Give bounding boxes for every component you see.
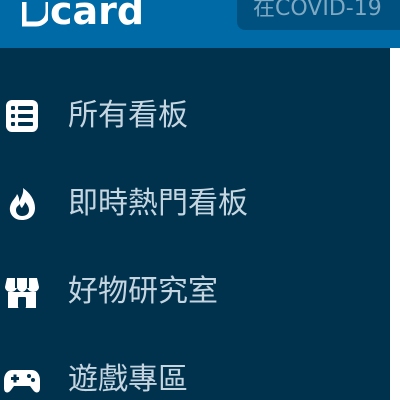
- sidebar-item-label: 所有看板: [68, 98, 188, 133]
- top-navigation-bar: card 在COVID-19: [0, 0, 400, 48]
- flame-icon: [9, 188, 35, 220]
- sidebar-item-all-boards[interactable]: 所有看板: [0, 86, 390, 146]
- store-icon: [5, 278, 39, 308]
- sidebar-item-label: 好物研究室: [68, 274, 218, 309]
- app-root: card 在COVID-19 所有看板 即時熱門看板 好物研究室 遊戲專區: [0, 0, 400, 400]
- dcard-logo[interactable]: card: [22, 0, 145, 33]
- sidebar-item-gaming-zone[interactable]: 遊戲專區: [0, 350, 390, 400]
- search-placeholder: 在COVID-19: [253, 0, 382, 21]
- sidebar-item-good-stuff-lab[interactable]: 好物研究室: [0, 262, 390, 322]
- gamepad-icon: [4, 370, 40, 393]
- board-list-icon: [6, 100, 38, 132]
- sidebar-item-label: 即時熱門看板: [68, 186, 248, 221]
- logo-text: card: [50, 0, 145, 33]
- search-input[interactable]: 在COVID-19: [237, 0, 400, 30]
- dcard-d-logo-icon: [22, 2, 48, 27]
- content-area-edge: [390, 48, 400, 400]
- sidebar-item-label: 遊戲專區: [68, 362, 188, 397]
- sidebar-item-trending-boards[interactable]: 即時熱門看板: [0, 174, 390, 234]
